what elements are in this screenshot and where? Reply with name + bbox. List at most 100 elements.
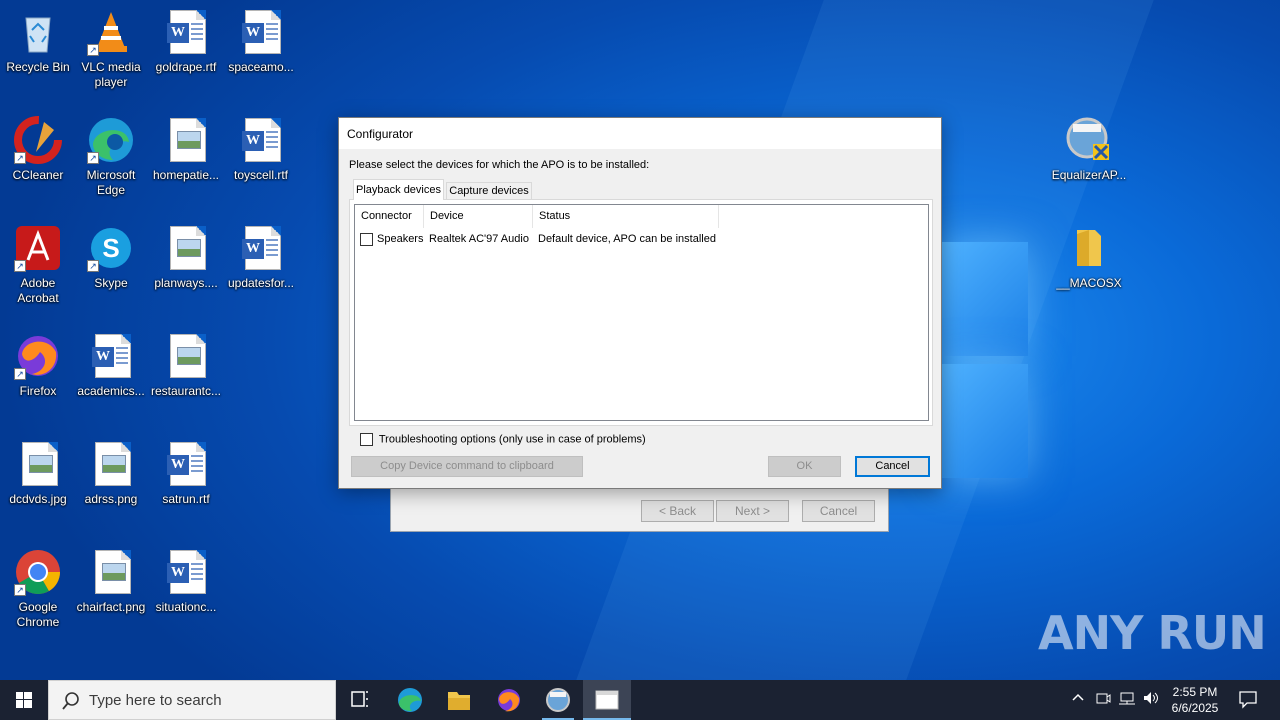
skype-icon: S ↗ (87, 224, 135, 272)
desktop-icon-skype[interactable]: S ↗ Skype (73, 224, 149, 291)
folder-icon (448, 692, 470, 710)
troubleshooting-label: Troubleshooting options (only use in cas… (378, 433, 646, 446)
desktop-icon-label: restaurantc... (150, 384, 222, 398)
desktop-icon-label: Adobe Acrobat (17, 276, 59, 305)
word-doc-icon: W (237, 116, 285, 164)
configurator-dialog: Configurator Please select the devices f… (338, 117, 942, 489)
taskbar-clock[interactable]: 2:55 PM 6/6/2025 (1164, 684, 1226, 716)
word-doc-icon: W (162, 548, 210, 596)
tab-playback-devices[interactable]: Playback devices (353, 179, 444, 200)
cancel-button[interactable]: Cancel (855, 456, 930, 477)
taskbar-installer[interactable] (534, 680, 582, 720)
windows-logo-icon (16, 692, 32, 708)
desktop-icon-recycle-bin[interactable]: Recycle Bin (0, 8, 76, 75)
image-file-icon (162, 224, 210, 272)
desktop-icon-chrome[interactable]: ↗ Google Chrome (0, 548, 76, 630)
row-checkbox[interactable] (360, 231, 373, 247)
desktop-icon-planways[interactable]: planways.... (148, 224, 224, 291)
desktop-icon-toyscell[interactable]: W toyscell.rtf (223, 116, 299, 183)
image-file-icon (162, 332, 210, 380)
device-list[interactable]: Connector Device Status Speakers Realtek… (354, 204, 929, 421)
desktop-icon-ccleaner[interactable]: ↗ CCleaner (0, 116, 76, 183)
window-icon (595, 690, 619, 710)
shortcut-arrow-icon: ↗ (14, 152, 26, 164)
edge-icon (398, 688, 422, 712)
desktop-icon-label: __MACOSX (1056, 276, 1122, 290)
column-header-status[interactable]: Status (533, 205, 719, 228)
clock-time: 2:55 PM (1172, 685, 1218, 699)
troubleshooting-checkbox[interactable]: Troubleshooting options (only use in cas… (360, 433, 646, 446)
taskbar-search[interactable]: Type here to search (48, 680, 336, 720)
wallpaper-logo-pane (940, 242, 1028, 356)
desktop-icon-goldrape[interactable]: W goldrape.rtf (148, 8, 224, 75)
copy-device-command-button[interactable]: Copy Device command to clipboard (351, 456, 583, 477)
shortcut-arrow-icon: ↗ (14, 260, 26, 272)
word-doc-icon: W (162, 8, 210, 56)
desktop-icon-academics[interactable]: W academics... (73, 332, 149, 399)
action-center-button[interactable] (1238, 689, 1258, 712)
desktop-icon-label: EqualizerAP... (1051, 168, 1127, 182)
desktop-icon-label: Microsoft Edge (86, 168, 136, 197)
taskbar-file-explorer[interactable] (435, 680, 483, 720)
desktop-icon-restaurantc[interactable]: restaurantc... (148, 332, 224, 399)
ok-button[interactable]: OK (768, 456, 841, 477)
column-header-connector[interactable]: Connector (355, 205, 424, 228)
image-file-icon (87, 440, 135, 488)
desktop-icon-updatesfor[interactable]: W updatesfor... (223, 224, 299, 291)
shortcut-arrow-icon: ↗ (87, 44, 99, 56)
desktop-icon-adrss[interactable]: adrss.png (73, 440, 149, 507)
desktop-icon-label: situationc... (155, 600, 217, 614)
wizard-next-button[interactable]: Next > (716, 500, 789, 522)
tray-meet-now[interactable] (1095, 690, 1111, 709)
volume-icon (1144, 692, 1158, 704)
desktop-icon-label: toyscell.rtf (233, 168, 288, 182)
image-file-icon (162, 116, 210, 164)
desktop-icon-label: chairfact.png (76, 600, 146, 614)
desktop-icon-chairfact[interactable]: chairfact.png (73, 548, 149, 615)
task-view-button[interactable] (336, 680, 384, 720)
shortcut-arrow-icon: ↗ (14, 368, 26, 380)
desktop-icon-acrobat[interactable]: ↗ Adobe Acrobat (0, 224, 76, 306)
column-header-device[interactable]: Device (424, 205, 533, 228)
desktop-icon-equalizerapo[interactable]: EqualizerAP... (1049, 116, 1129, 183)
desktop-icon-homepatie[interactable]: homepatie... (148, 116, 224, 183)
desktop-icon-label: planways.... (154, 276, 218, 290)
desktop-icon-situationc[interactable]: W situationc... (148, 548, 224, 615)
desktop-icon-label: academics... (77, 384, 145, 398)
clock-date: 6/6/2025 (1171, 701, 1219, 715)
tab-panel: Connector Device Status Speakers Realtek… (349, 199, 933, 426)
tray-network[interactable] (1118, 690, 1136, 709)
checkbox-box[interactable] (360, 433, 373, 446)
desktop-icon-label: goldrape.rtf (155, 60, 217, 74)
desktop-icon-firefox[interactable]: ↗ Firefox (0, 332, 76, 399)
word-doc-icon: W (237, 224, 285, 272)
desktop-icon-satrun[interactable]: W satrun.rtf (148, 440, 224, 507)
meet-now-icon (1096, 693, 1111, 704)
wizard-cancel-button[interactable]: Cancel (802, 500, 875, 522)
taskbar-configurator[interactable] (583, 680, 631, 720)
taskbar: Type here to search 2:55 PM 6/6/2025 (0, 680, 1280, 720)
show-hidden-icons-button[interactable] (1071, 690, 1085, 707)
tab-capture-devices[interactable]: Capture devices (446, 182, 532, 200)
row-device: Realtek AC'97 Audio (429, 233, 529, 245)
acrobat-icon: ↗ (14, 224, 62, 272)
wizard-back-button[interactable]: < Back (641, 500, 714, 522)
desktop-icon-label: homepatie... (152, 168, 220, 182)
desktop-icon-label: satrun.rtf (162, 492, 210, 506)
desktop-icon-vlc[interactable]: ↗ VLC media player (73, 8, 149, 90)
installer-icon (1065, 116, 1113, 164)
desktop-icon-macosx[interactable]: __MACOSX (1049, 224, 1129, 291)
edge-icon: ↗ (87, 116, 135, 164)
folder-icon (1065, 224, 1113, 272)
dialog-prompt: Please select the devices for which the … (349, 159, 650, 171)
desktop-icon-label: spaceamo... (228, 60, 294, 74)
desktop-icon-label: VLC media player (81, 60, 141, 89)
desktop-icon-dcdvds[interactable]: dcdvds.jpg (0, 440, 76, 507)
desktop-icon-edge[interactable]: ↗ Microsoft Edge (73, 116, 149, 198)
start-button[interactable] (0, 680, 48, 720)
desktop-icon-spaceamo[interactable]: W spaceamo... (223, 8, 299, 75)
taskbar-edge[interactable] (386, 680, 434, 720)
taskbar-firefox[interactable] (485, 680, 533, 720)
tray-volume[interactable] (1142, 690, 1160, 709)
vlc-icon: ↗ (87, 8, 135, 56)
